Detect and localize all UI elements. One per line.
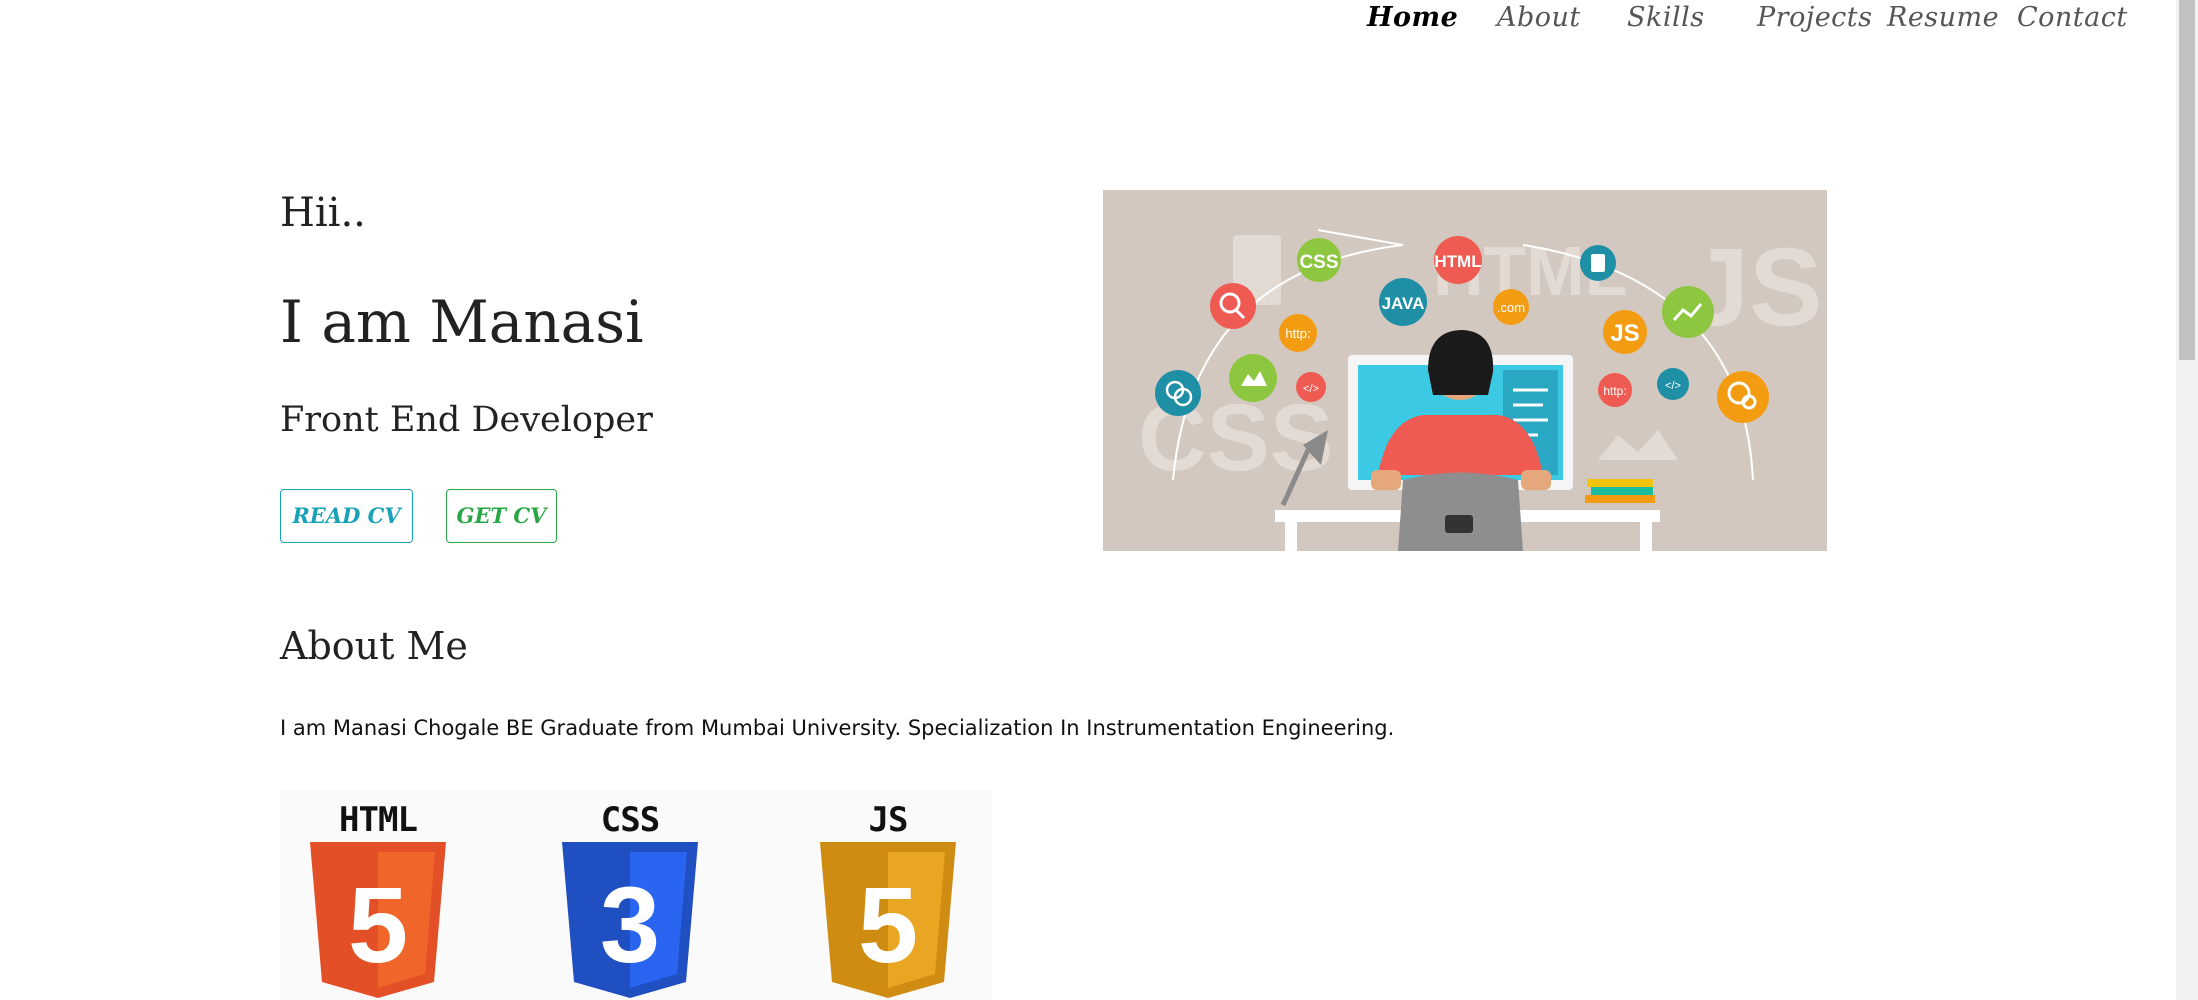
hero-role: Front End Developer [280,400,653,440]
html5-logo: HTML 5 [308,800,448,1000]
scrollbar-thumb[interactable] [2179,0,2195,360]
skills-logos: HTML 5 CSS 3 JS 5 [280,790,992,1000]
developer-illustration: HTML JS CSS CSS HTML JAVA .com JS http: … [1103,190,1827,551]
css-logo-caption: CSS [600,800,660,840]
tag-bubble-label-2: </> [1665,380,1681,392]
get-cv-button[interactable]: GET CV [446,489,557,543]
css3-logo: CSS 3 [560,800,700,1000]
nav-skills[interactable]: Skills [1627,2,1705,33]
html-logo-digit: 5 [348,864,408,985]
java-bubble-label: JAVA [1382,294,1425,313]
com-bubble-label: .com [1497,300,1525,315]
js-logo: JS 5 [818,800,958,1000]
html5-shield-icon: 5 [310,842,446,998]
tag-bubble-label: </> [1303,383,1319,395]
nav-contact[interactable]: Contact [2017,2,2128,33]
nav-projects[interactable]: Projects [1757,2,1873,33]
hero-greeting: Hii.. [280,190,366,236]
about-title: About Me [280,624,468,668]
page-scrollbar[interactable] [2176,0,2198,1000]
html-logo-caption: HTML [339,800,418,840]
js-logo-caption: JS [868,800,909,840]
nav-resume[interactable]: Resume [1887,2,1999,33]
svg-text:JS: JS [1688,226,1823,349]
html-bubble-label: HTML [1434,252,1481,271]
top-nav: Home About Skills Projects Resume Contac… [0,0,2170,40]
http-bubble-label: http: [1285,326,1310,341]
js-logo-digit: 5 [858,864,918,985]
hero-name: I am Manasi [280,288,644,356]
js-shield-icon: 5 [820,842,956,998]
css-logo-digit: 3 [600,864,660,985]
http-bubble-label-2: http: [1603,384,1626,398]
nav-home[interactable]: Home [1367,2,1458,33]
js-bubble-label: JS [1610,320,1639,347]
nav-about[interactable]: About [1497,2,1581,33]
read-cv-button[interactable]: READ CV [280,489,413,543]
about-text: I am Manasi Chogale BE Graduate from Mum… [280,716,1395,740]
css-bubble-label: CSS [1299,252,1338,273]
css3-shield-icon: 3 [562,842,698,998]
